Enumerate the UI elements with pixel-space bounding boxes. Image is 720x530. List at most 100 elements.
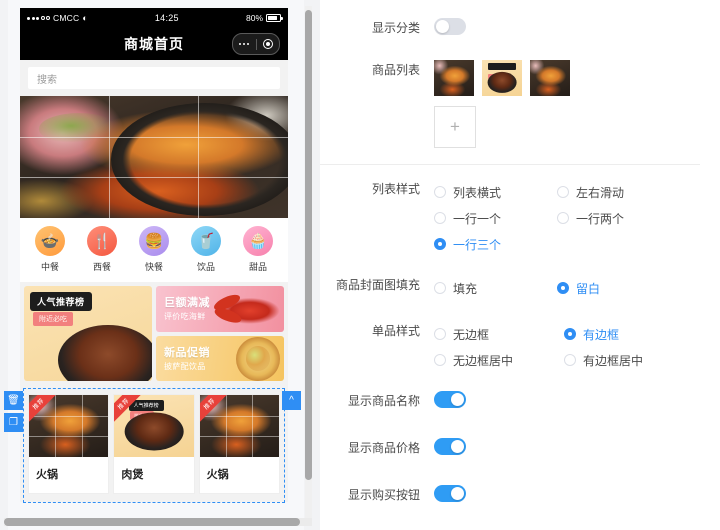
list-style-label: 列表样式	[371, 182, 420, 196]
category-label: 饮品	[196, 262, 215, 272]
category-label: 快餐	[144, 262, 163, 272]
category-label: 西餐	[92, 262, 111, 272]
promo-banner-seafood[interactable]: 巨额满减 评价吃海鲜	[156, 286, 284, 332]
list-style-option-1[interactable]: 左右滑动	[557, 179, 662, 205]
battery-icon	[266, 14, 283, 22]
phone-preview: CMCC ◐ 14:25 80% 商城首页 搜索 🍲 中餐 🍴 西餐 🍔 快餐 …	[4, 8, 301, 503]
product-image: 推荐	[199, 395, 279, 457]
show-name-toggle[interactable]	[434, 391, 466, 408]
promo-banner-newproduct[interactable]: 新品促销 披萨配饮品	[156, 335, 284, 381]
category-item-3[interactable]: 🥤 饮品	[180, 226, 232, 273]
promo-left-title: 人气推荐榜	[30, 292, 92, 311]
phone-status-bar: CMCC ◐ 14:25 80%	[20, 8, 288, 28]
cover-fill-option-1[interactable]: 留白	[557, 275, 662, 301]
setting-show-name: 显示商品名称	[320, 391, 700, 411]
product-name: 火锅	[206, 469, 229, 481]
item-style-label: 单品样式	[371, 324, 420, 338]
status-time: 14:25	[154, 13, 179, 23]
radio-icon	[434, 186, 446, 198]
status-left: CMCC ◐	[27, 13, 88, 23]
miniprogram-capsule[interactable]	[232, 33, 280, 55]
fast-food-icon: 🍔	[139, 226, 169, 256]
promo-newproduct-subtitle: 披萨配饮品	[164, 361, 206, 371]
item-style-option-2[interactable]: 无边框居中	[434, 347, 554, 373]
setting-list-style: 列表样式 列表横式 左右滑动 一行一个 一行两个 一行三个	[320, 179, 700, 257]
drinks-icon: 🥤	[191, 226, 221, 256]
show-category-toggle[interactable]	[434, 18, 466, 35]
product-thumbnail[interactable]	[482, 60, 522, 96]
cover-fill-label: 商品封面图填充	[335, 278, 420, 292]
radio-icon	[557, 282, 569, 294]
radio-icon	[564, 328, 576, 340]
phone-nav-bar: 商城首页	[20, 28, 288, 60]
promo-banner-row: 人气推荐榜 附近必吃 巨额满减 评价吃海鲜 新品促销 披萨配饮品	[20, 282, 288, 385]
product-image: 推荐	[29, 395, 109, 457]
cover-fill-option-0[interactable]: 填充	[434, 275, 539, 301]
editor-root: CMCC ◐ 14:25 80% 商城首页 搜索 🍲 中餐 🍴 西餐 🍔 快餐 …	[0, 0, 720, 530]
product-card[interactable]: 推荐 火锅	[198, 394, 280, 494]
radio-icon	[564, 354, 576, 366]
list-style-options: 列表横式 左右滑动 一行一个 一行两个 一行三个	[434, 179, 700, 257]
target-circle-icon[interactable]	[257, 39, 280, 49]
setting-product-list: 商品列表 +	[320, 60, 700, 148]
product-card[interactable]: 人气推荐榜 附近必吃 推荐 肉煲	[113, 394, 195, 494]
show-price-label: 显示商品价格	[347, 441, 420, 455]
product-list-block-wrapper: 🗑 ❐ ^ 推荐 火锅 人气推荐榜 附近必	[4, 388, 301, 503]
horizontal-scroll-thumb[interactable]	[4, 518, 300, 526]
category-item-0[interactable]: 🍲 中餐	[24, 226, 76, 273]
vertical-scroll-thumb[interactable]	[305, 10, 312, 480]
battery-percent: 80%	[245, 13, 263, 23]
list-style-option-2[interactable]: 一行一个	[434, 205, 539, 231]
trash-icon[interactable]: 🗑	[4, 391, 23, 410]
radio-icon	[557, 212, 569, 224]
promo-seafood-title: 巨额满减	[164, 297, 210, 309]
category-row: 🍲 中餐 🍴 西餐 🍔 快餐 🥤 饮品 🧁 甜品	[20, 218, 288, 282]
canvas-horizontal-scrollbar[interactable]	[4, 518, 312, 526]
western-food-icon: 🍴	[87, 226, 117, 256]
show-price-toggle[interactable]	[434, 438, 466, 455]
list-style-option-0[interactable]: 列表横式	[434, 179, 539, 205]
category-item-1[interactable]: 🍴 西餐	[76, 226, 128, 273]
radio-icon	[557, 186, 569, 198]
bowl-shape	[124, 411, 184, 451]
list-style-option-3[interactable]: 一行两个	[557, 205, 662, 231]
category-label: 中餐	[40, 262, 59, 272]
lobster-image	[215, 289, 282, 331]
copy-icon[interactable]: ❐	[4, 413, 23, 432]
product-thumbnail[interactable]	[434, 60, 474, 96]
add-product-button[interactable]: +	[434, 106, 476, 148]
list-style-option-4[interactable]: 一行三个	[434, 231, 539, 257]
product-list-block[interactable]: 推荐 火锅 人气推荐榜 附近必吃 推荐 肉煲	[23, 388, 285, 503]
category-item-2[interactable]: 🍔 快餐	[128, 226, 180, 273]
pizza-image	[236, 336, 280, 381]
product-thumbnail-list	[434, 60, 570, 96]
category-label: 甜品	[248, 262, 267, 272]
product-card[interactable]: 推荐 火锅	[28, 394, 110, 494]
category-item-4[interactable]: 🧁 甜品	[232, 226, 284, 273]
status-right: 80%	[245, 13, 283, 23]
hero-banner-image[interactable]	[20, 96, 288, 218]
item-style-option-0[interactable]: 无边框	[434, 321, 554, 347]
canvas-vertical-scrollbar[interactable]	[305, 6, 312, 522]
item-style-options: 无边框 有边框 无边框居中 有边框居中	[434, 321, 700, 373]
promo-newproduct-title: 新品促销	[164, 346, 210, 359]
search-section: 搜索	[20, 60, 288, 96]
radio-icon	[434, 212, 446, 224]
radio-icon	[434, 238, 446, 250]
setting-item-style: 单品样式 无边框 有边框 无边框居中 有边框居中	[320, 321, 700, 373]
setting-show-category: 显示分类	[320, 18, 700, 38]
promo-left-subtitle: 附近必吃	[33, 312, 73, 326]
promo-left-image	[58, 324, 152, 381]
product-thumbnail[interactable]	[530, 60, 570, 96]
chinese-food-icon: 🍲	[35, 226, 65, 256]
more-dots-icon[interactable]	[233, 42, 256, 46]
item-style-option-3[interactable]: 有边框居中	[564, 347, 684, 373]
promo-banner-left[interactable]: 人气推荐榜 附近必吃	[24, 286, 152, 381]
search-placeholder: 搜索	[37, 74, 57, 86]
signal-dots-icon	[27, 16, 50, 20]
show-buy-button-toggle[interactable]	[434, 485, 466, 502]
search-input[interactable]: 搜索	[28, 67, 280, 89]
chevron-up-icon[interactable]: ^	[282, 391, 301, 410]
section-divider	[320, 164, 700, 165]
item-style-option-1[interactable]: 有边框	[564, 321, 684, 347]
